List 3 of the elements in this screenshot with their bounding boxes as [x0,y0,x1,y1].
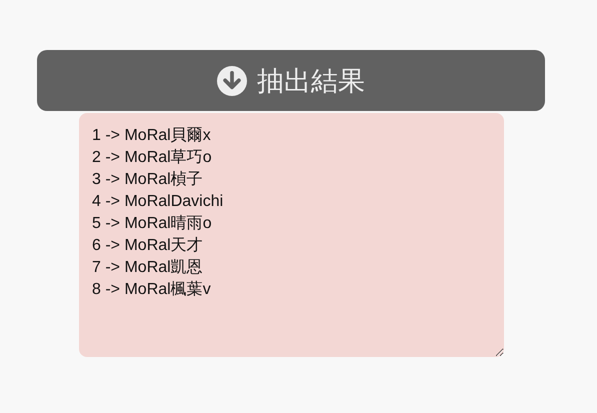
draw-results-button[interactable]: 抽出結果 [37,50,545,111]
download-icon [217,66,247,96]
results-field[interactable]: 1 -> MoRal貝爾x 2 -> MoRal草巧o 3 -> MoRal楨子 4 -> MoRalDavichi 5 -> MoRal晴雨o 6 -> MoRal天才 7 -> MoRal凱恩 8 -> MoRal楓葉v [79,113,504,357]
